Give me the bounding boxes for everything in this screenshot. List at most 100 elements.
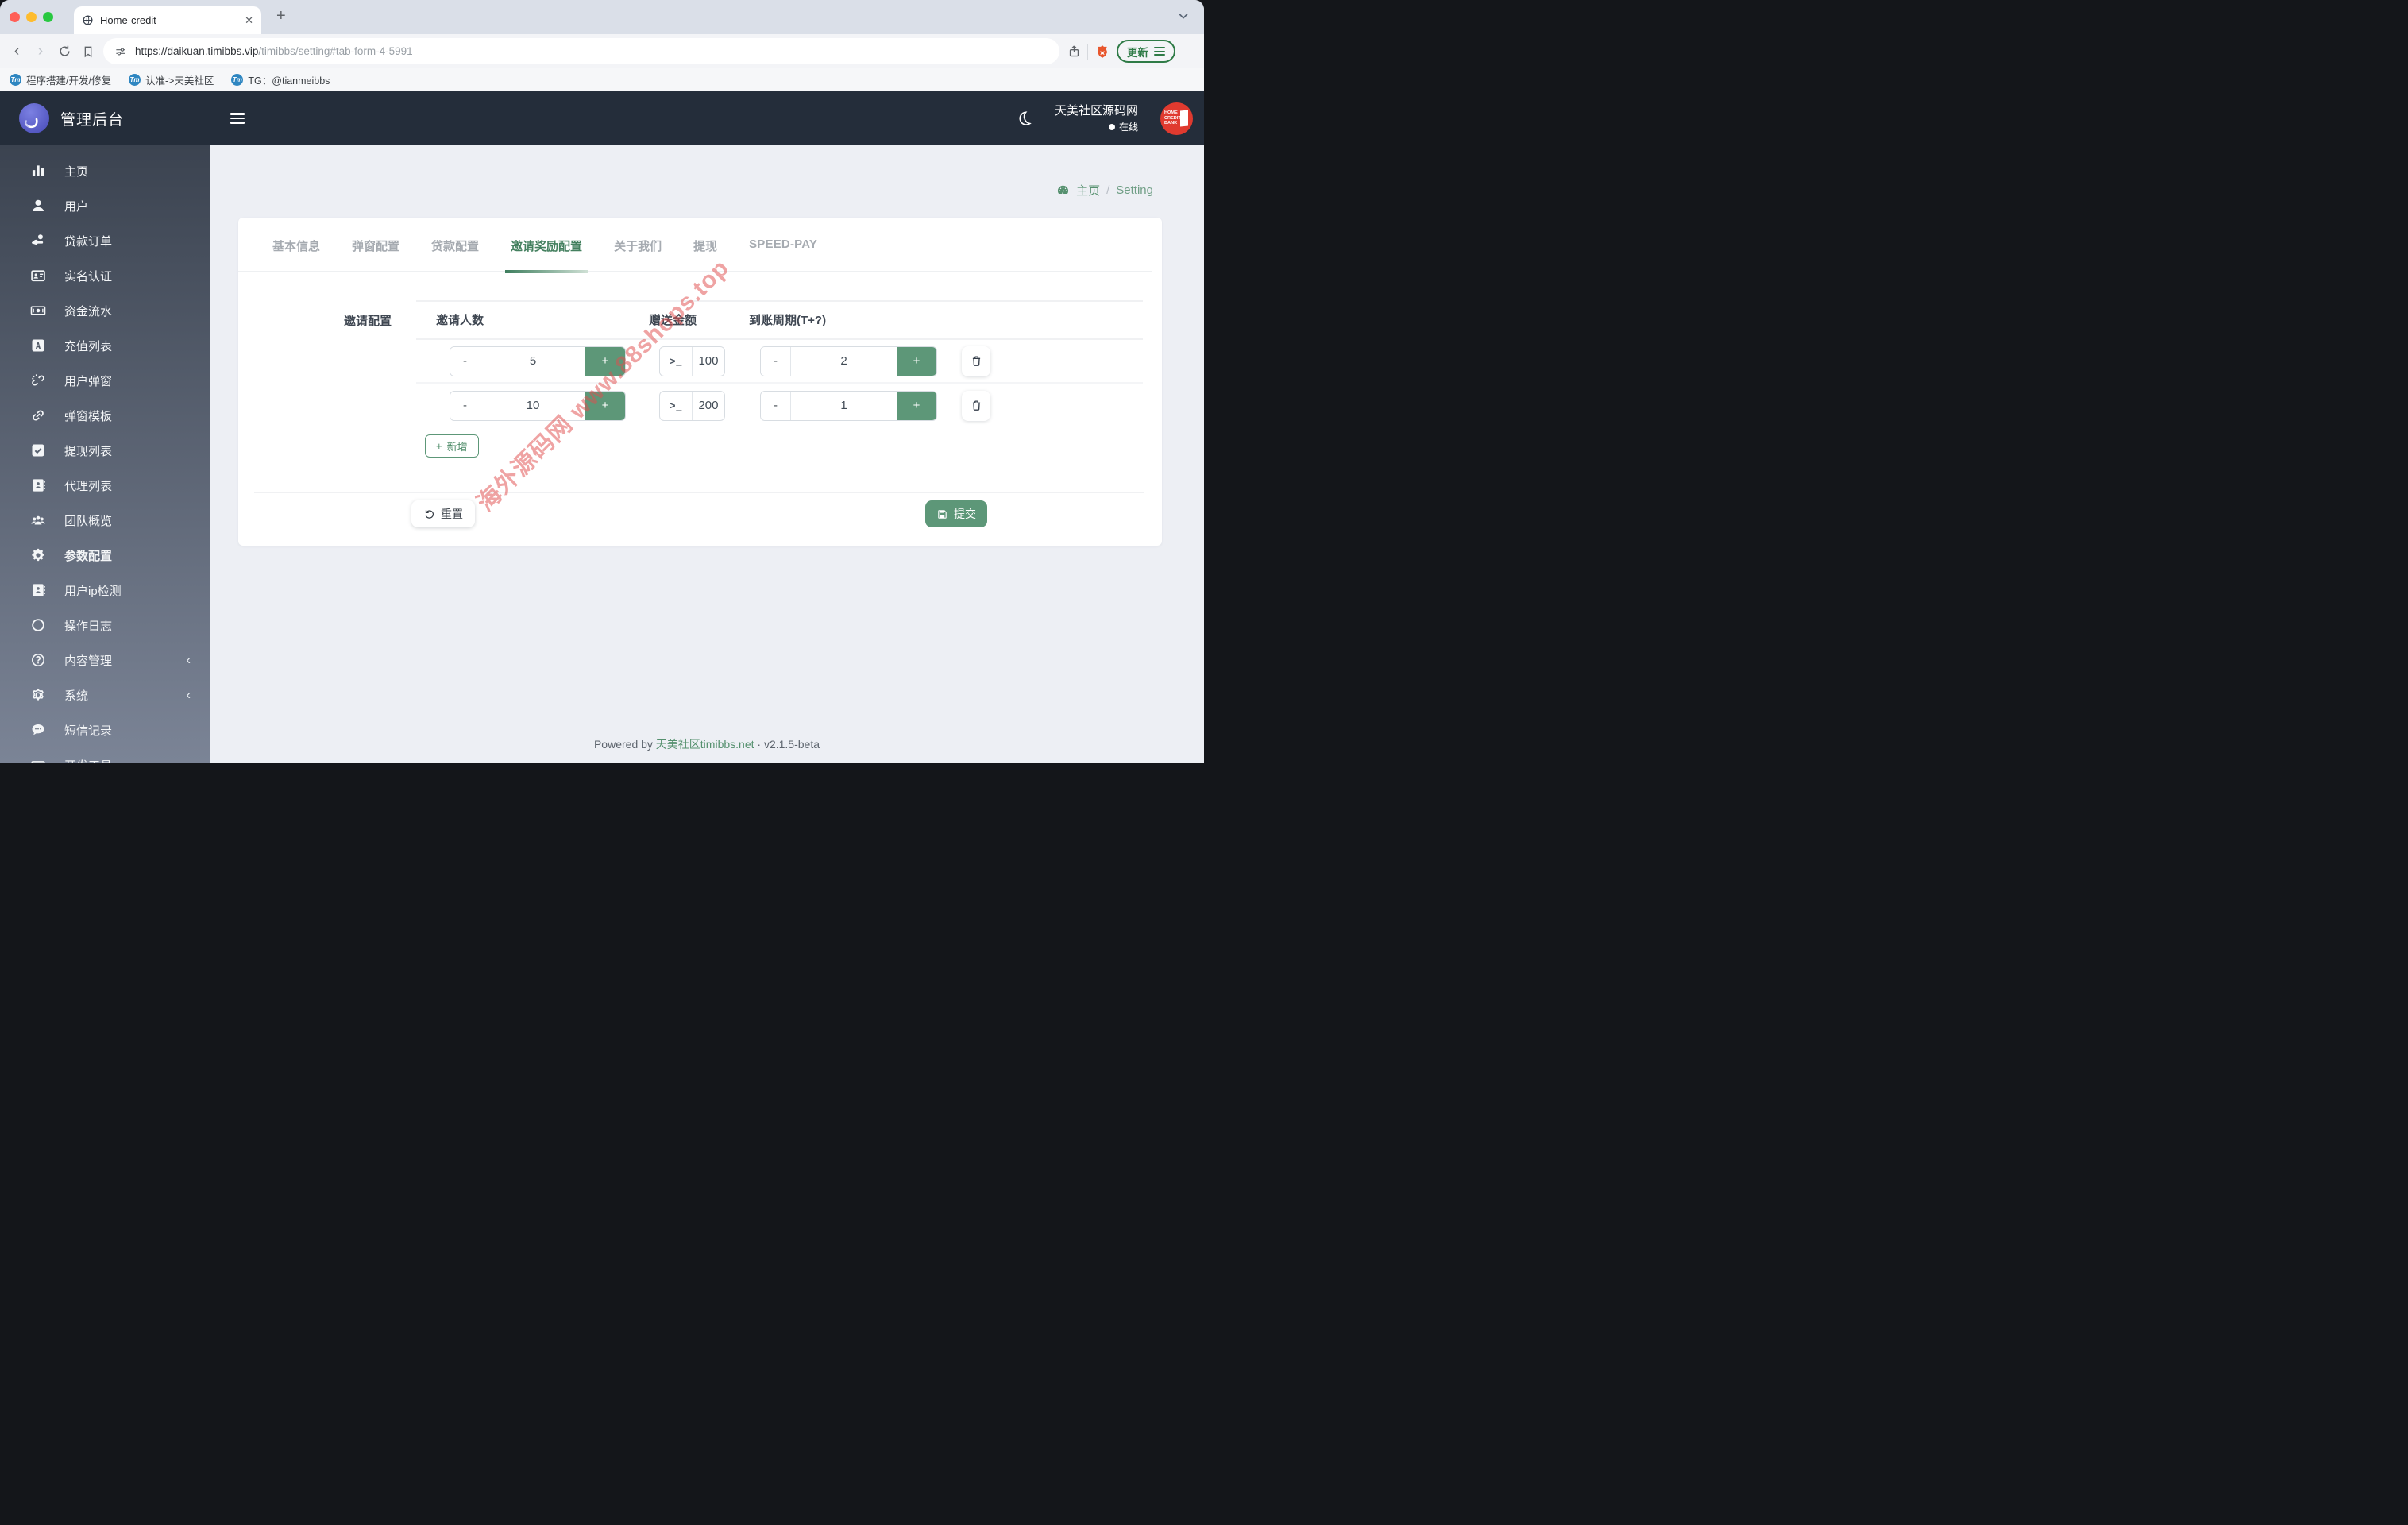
toolbar-divider (1087, 43, 1088, 60)
avatar[interactable]: HOME CREDIT BANK (1160, 102, 1193, 135)
sidebar-item-user-popup[interactable]: 用户弹窗 (0, 363, 210, 398)
online-dot-icon (1108, 124, 1115, 131)
bookmark-item[interactable]: Tm 认准->天美社区 (128, 72, 214, 87)
increment-button[interactable]: + (897, 346, 936, 376)
sidebar-item-param-config[interactable]: 参数配置 (0, 538, 210, 573)
reset-button[interactable]: 重置 (411, 500, 475, 527)
page-footer: Powered by 天美社区timibbs.net · v2.1.5-beta (593, 738, 820, 751)
add-row-button[interactable]: + 新增 (425, 434, 479, 458)
settings-tabs: 基本信息 弹窗配置 贷款配置 邀请奖励配置 关于我们 提现 SPEED-PAY (238, 218, 1152, 273)
sidebar-item-system[interactable]: 系统 ‹ (0, 678, 210, 712)
header-right: 天美社区源码网 在线 HOME CREDIT BANK (1015, 102, 1204, 135)
bookmark-icon[interactable] (76, 45, 100, 58)
user-info[interactable]: 天美社区源码网 在线 (1055, 102, 1138, 135)
sidebar-item-withdraw-list[interactable]: 提现列表 (0, 433, 210, 468)
delete-row-button[interactable] (962, 390, 990, 421)
tab-about-us[interactable]: 关于我们 (614, 237, 662, 271)
tab-withdraw[interactable]: 提现 (693, 237, 717, 271)
tab-search-chevron-icon[interactable] (1177, 10, 1190, 26)
chart-bar-icon (29, 163, 46, 180)
site-settings-icon[interactable] (114, 45, 127, 58)
share-icon[interactable] (1067, 44, 1081, 58)
decrement-button[interactable]: - (761, 346, 791, 376)
tab-loan-config[interactable]: 贷款配置 (431, 237, 479, 271)
terminal-prompt-icon: >_ (660, 346, 693, 376)
footer-brand-link[interactable]: 天美社区timibbs.net (656, 738, 754, 751)
breadcrumb-home-link[interactable]: 主页 (1076, 182, 1100, 199)
hand-holding-money-icon (29, 233, 46, 249)
arrival-period-stepper: - 1 + (760, 390, 937, 421)
keyboard-icon (29, 757, 46, 762)
minimize-window-button[interactable] (26, 12, 37, 22)
back-button[interactable]: ‹ (5, 43, 29, 60)
tm-favicon-icon: Tm (128, 73, 141, 86)
sidebar-toggle-icon[interactable] (230, 110, 245, 127)
invite-count-stepper: - 5 + (450, 346, 626, 376)
sidebar-item-content-mgmt[interactable]: 内容管理 ‹ (0, 643, 210, 678)
app-brand[interactable]: 管理后台 (0, 103, 210, 133)
reload-button[interactable] (52, 44, 76, 58)
zoom-window-button[interactable] (43, 12, 53, 22)
sidebar-item-recharge-list[interactable]: 充值列表 (0, 328, 210, 363)
url-bar[interactable]: https://daikuan.timibbs.vip/timibbs/sett… (103, 38, 1059, 64)
trash-icon (972, 356, 980, 366)
sidebar-item-sms-records[interactable]: 短信记录 (0, 712, 210, 747)
brave-shield-icon[interactable] (1094, 44, 1110, 60)
breadcrumb-current: Setting (1116, 183, 1153, 197)
forward-button[interactable]: › (29, 43, 52, 60)
delete-row-button[interactable] (962, 346, 990, 376)
column-invite-count: 邀请人数 (436, 314, 484, 327)
gift-amount-input[interactable]: 100 (693, 347, 724, 376)
submit-button[interactable]: 提交 (925, 500, 987, 527)
close-tab-icon[interactable]: ✕ (245, 14, 253, 27)
browser-tab[interactable]: Home-credit ✕ (74, 6, 261, 34)
table-header: 邀请人数 赠送金额 到账周期(T+?) (416, 300, 1143, 340)
sidebar-item-home[interactable]: 主页 (0, 153, 210, 188)
arrival-period-value[interactable]: 2 (791, 347, 897, 376)
browser-update-button[interactable]: 更新 (1117, 40, 1175, 63)
gift-amount-input[interactable]: 200 (693, 392, 724, 420)
tab-invite-reward-config[interactable]: 邀请奖励配置 (505, 237, 588, 273)
decrement-button[interactable]: - (761, 391, 791, 420)
arrival-period-value[interactable]: 1 (791, 392, 897, 420)
trash-icon (972, 400, 980, 411)
user-icon (29, 198, 46, 214)
card-actions: 重置 提交 (254, 492, 1144, 527)
invite-config-table: 邀请人数 赠送金额 到账周期(T+?) - 5 + >_ 100 - 2 + -… (416, 300, 1143, 458)
browser-tab-strip: Home-credit ✕ + (0, 0, 1204, 34)
sidebar-item-dev-tools[interactable]: 开发工具 ‹ (0, 747, 210, 762)
increment-button[interactable]: + (585, 391, 625, 420)
address-book-icon (29, 477, 46, 494)
column-gift-amount: 赠送金额 (649, 314, 697, 327)
sidebar-item-team-overview[interactable]: 团队概览 (0, 503, 210, 538)
dark-mode-moon-icon[interactable] (1015, 110, 1032, 127)
tab-basic-info[interactable]: 基本信息 (272, 237, 320, 271)
close-window-button[interactable] (10, 12, 20, 22)
sidebar-item-popup-template[interactable]: 弹窗模板 (0, 398, 210, 433)
invite-count-value[interactable]: 10 (480, 392, 585, 420)
save-icon (938, 509, 947, 519)
sidebar-item-users[interactable]: 用户 (0, 188, 210, 223)
menu-bars-icon (1154, 45, 1165, 58)
column-arrival-period: 到账周期(T+?) (749, 314, 827, 327)
gift-amount-group: >_ 100 (659, 346, 725, 376)
tab-speed-pay[interactable]: SPEED-PAY (749, 237, 817, 271)
sidebar-item-realname-auth[interactable]: 实名认证 (0, 258, 210, 293)
circle-icon (29, 617, 46, 634)
sidebar-item-agent-list[interactable]: 代理列表 (0, 468, 210, 503)
bookmark-item[interactable]: Tm 程序搭建/开发/修复 (10, 72, 111, 87)
increment-button[interactable]: + (585, 346, 625, 376)
increment-button[interactable]: + (897, 391, 936, 420)
sidebar-item-loan-orders[interactable]: 贷款订单 (0, 223, 210, 258)
sidebar-item-user-ip-check[interactable]: 用户ip检测 (0, 573, 210, 608)
new-tab-button[interactable]: + (276, 8, 286, 24)
decrement-button[interactable]: - (450, 391, 480, 420)
bookmark-item[interactable]: Tm TG：@tianmeibbs (231, 72, 330, 87)
tab-popup-config[interactable]: 弹窗配置 (352, 237, 399, 271)
sidebar-item-funds-flow[interactable]: 资金流水 (0, 293, 210, 328)
settings-card: 基本信息 弹窗配置 贷款配置 邀请奖励配置 关于我们 提现 SPEED-PAY … (238, 218, 1162, 546)
invite-count-value[interactable]: 5 (480, 347, 585, 376)
decrement-button[interactable]: - (450, 346, 480, 376)
sidebar-item-operation-log[interactable]: 操作日志 (0, 608, 210, 643)
chevron-left-icon: ‹ (186, 687, 191, 702)
